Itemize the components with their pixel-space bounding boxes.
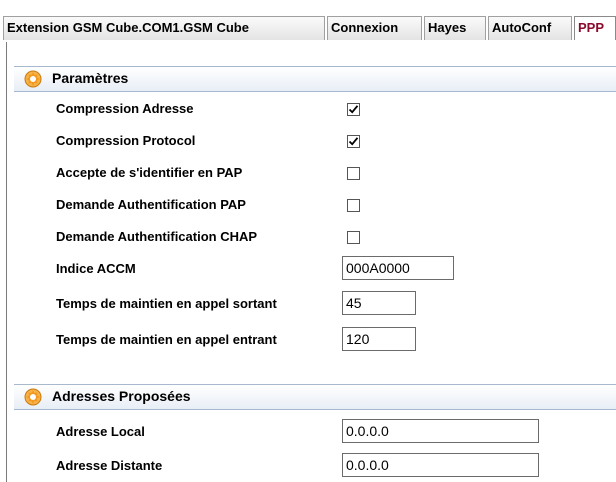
label-temps-sortant: Temps de maintien en appel sortant bbox=[56, 296, 277, 311]
temps-entrant-field[interactable]: 120 bbox=[342, 327, 416, 351]
tab-bar: Extension GSM Cube.COM1.GSM Cube Connexi… bbox=[0, 0, 616, 43]
checkmark-icon bbox=[348, 137, 359, 146]
checkmark-icon bbox=[348, 105, 359, 114]
tab-ppp[interactable]: PPP bbox=[574, 16, 616, 40]
checkbox-accepte-pap[interactable] bbox=[347, 167, 360, 180]
section-header-adresses: Adresses Proposées bbox=[14, 384, 616, 410]
label-adresse-distante: Adresse Distante bbox=[56, 458, 163, 473]
tab-extension-gsm-cube[interactable]: Extension GSM Cube.COM1.GSM Cube bbox=[3, 16, 325, 40]
label-demande-pap: Demande Authentification PAP bbox=[56, 197, 246, 212]
gear-icon bbox=[24, 70, 42, 88]
section-header-parametres: Paramètres bbox=[14, 66, 616, 92]
ppp-settings-panel: Paramètres Compression Adresse Compressi… bbox=[0, 42, 616, 482]
label-compression-adresse: Compression Adresse bbox=[56, 101, 194, 116]
panel-left-border bbox=[6, 42, 7, 482]
checkbox-demande-chap[interactable] bbox=[347, 231, 360, 244]
adresse-local-field[interactable]: 0.0.0.0 bbox=[342, 419, 539, 443]
label-demande-chap: Demande Authentification CHAP bbox=[56, 229, 258, 244]
label-adresse-local: Adresse Local bbox=[56, 424, 145, 439]
checkbox-compression-protocol[interactable] bbox=[347, 135, 360, 148]
section-title: Paramètres bbox=[52, 70, 129, 86]
section-title: Adresses Proposées bbox=[52, 388, 191, 404]
gear-icon bbox=[24, 388, 42, 406]
checkbox-demande-pap[interactable] bbox=[347, 199, 360, 212]
label-compression-protocol: Compression Protocol bbox=[56, 133, 196, 148]
checkbox-compression-adresse[interactable] bbox=[347, 103, 360, 116]
tab-hayes[interactable]: Hayes bbox=[424, 16, 486, 40]
temps-sortant-field[interactable]: 45 bbox=[342, 291, 416, 315]
label-accepte-pap: Accepte de s'identifier en PAP bbox=[56, 165, 243, 180]
tab-connexion[interactable]: Connexion bbox=[327, 16, 422, 40]
label-temps-entrant: Temps de maintien en appel entrant bbox=[56, 332, 277, 347]
tab-autoconf[interactable]: AutoConf bbox=[488, 16, 572, 40]
indice-accm-field[interactable]: 000A0000 bbox=[342, 256, 454, 280]
label-indice-accm: Indice ACCM bbox=[56, 261, 136, 276]
adresse-distante-field[interactable]: 0.0.0.0 bbox=[342, 453, 539, 477]
